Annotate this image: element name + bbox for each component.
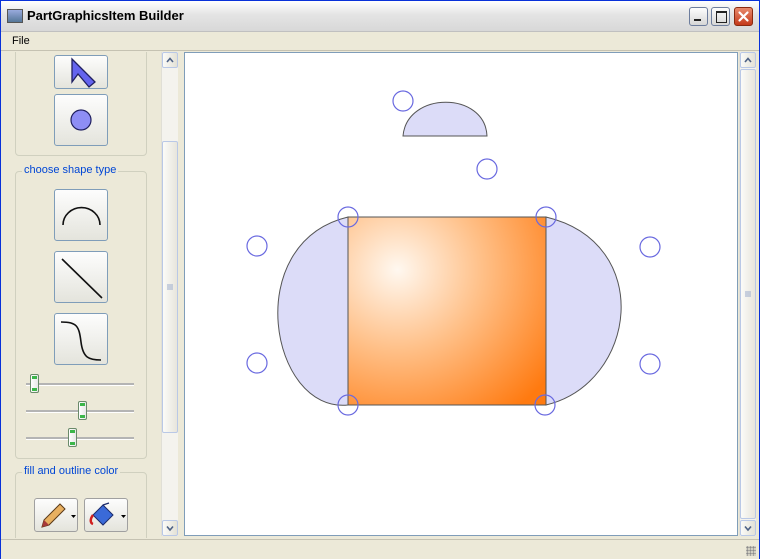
canvas-scroll-up-button[interactable] [740, 52, 756, 68]
tool-panel-scrollbar[interactable] [161, 52, 178, 536]
chevron-up-icon [744, 57, 752, 63]
circle-node-icon [70, 109, 92, 131]
app-window-icon [7, 9, 23, 23]
slider-thumb[interactable] [29, 374, 39, 393]
close-button[interactable] [734, 7, 753, 26]
scroll-thumb[interactable] [162, 141, 178, 433]
slider-thumb[interactable] [78, 401, 88, 420]
paint-bucket-fill-icon [89, 502, 126, 526]
scene [246, 90, 661, 416]
chevron-down-icon [166, 525, 174, 532]
minimize-button[interactable] [689, 7, 708, 26]
select-tool-button[interactable] [54, 55, 108, 89]
tool-panel: choose shape type fill and outline color [5, 52, 162, 538]
line-shape-icon [61, 258, 103, 299]
grip-icon [745, 291, 751, 297]
canvas-scroll-down-button[interactable] [740, 520, 756, 536]
canvas-scroll-thumb[interactable] [740, 69, 756, 519]
maximize-button[interactable] [711, 7, 730, 26]
line-shape-button[interactable] [54, 251, 108, 303]
slider-track[interactable] [26, 383, 134, 386]
control-handle[interactable] [476, 158, 498, 180]
shape-left-lobe[interactable] [277, 216, 349, 406]
curve-shape-button[interactable] [54, 313, 108, 365]
grip-icon [167, 284, 173, 290]
slider-thumb[interactable] [67, 428, 77, 447]
curve-shape-icon [60, 321, 102, 361]
minimize-icon [694, 19, 701, 21]
color-group-title: fill and outline color [22, 465, 121, 477]
menu-bar: File [1, 32, 759, 51]
arc-shape-icon [62, 206, 101, 226]
title-bar: PartGraphicsItem Builder [1, 1, 759, 32]
maximize-icon [716, 11, 727, 23]
outline-color-button[interactable] [34, 498, 78, 532]
slider-track[interactable] [26, 437, 134, 440]
select-arrow-icon [71, 57, 96, 88]
shape-group-title: choose shape type [22, 164, 119, 176]
scroll-down-button[interactable] [162, 520, 178, 536]
canvas-scrollbar[interactable] [739, 52, 756, 536]
close-icon [738, 11, 749, 22]
shape-arc-top[interactable] [402, 101, 488, 137]
app-window: PartGraphicsItem Builder File choose sha… [0, 0, 760, 559]
resize-grip-icon[interactable] [746, 546, 756, 556]
status-bar [1, 539, 759, 559]
chevron-up-icon [166, 57, 174, 63]
pencil-outline-color-icon [41, 503, 76, 528]
control-handle[interactable] [639, 236, 661, 258]
window-title: PartGraphicsItem Builder [27, 8, 184, 23]
shape-type-group: choose shape type [15, 164, 147, 459]
fill-color-button[interactable] [84, 498, 128, 532]
gradient-rectangle[interactable] [347, 216, 547, 406]
scroll-up-button[interactable] [162, 52, 178, 68]
fill-outline-group: fill and outline color [15, 465, 147, 538]
arc-shape-button[interactable] [54, 189, 108, 241]
control-handle[interactable] [246, 352, 268, 374]
chevron-down-icon [744, 525, 752, 532]
drawing-canvas[interactable] [184, 52, 738, 536]
control-handle[interactable] [246, 235, 268, 257]
menu-file[interactable]: File [12, 35, 30, 47]
tool-group [15, 52, 147, 156]
shape-right-lobe[interactable] [545, 216, 622, 406]
control-handle[interactable] [392, 90, 414, 112]
control-handle[interactable] [639, 353, 661, 375]
node-tool-button[interactable] [54, 94, 108, 146]
